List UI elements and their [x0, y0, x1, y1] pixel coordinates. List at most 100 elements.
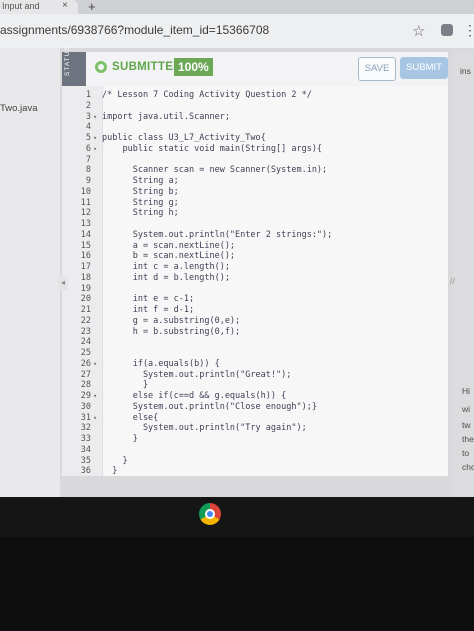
line-number: 23 [80, 326, 91, 337]
code-line[interactable]: 11 String g; [62, 198, 448, 209]
code-line[interactable]: 9 String a; [62, 176, 448, 187]
code-text[interactable]: public static void main(String[] args){ [102, 144, 322, 155]
code-line[interactable]: 36 } [62, 466, 448, 477]
code-text[interactable]: System.out.println("Enter 2 strings:"); [102, 230, 333, 241]
code-line[interactable]: 35 } [62, 456, 448, 467]
code-text[interactable]: } [102, 380, 148, 391]
code-line[interactable]: 2 [62, 101, 448, 112]
code-line[interactable]: 21 int f = d-1; [62, 305, 448, 316]
fold-arrow-icon[interactable]: ▾ [93, 359, 97, 370]
code-text[interactable]: } [102, 466, 117, 477]
line-number: 28 [80, 380, 91, 391]
line-number: 12 [80, 208, 91, 219]
fold-arrow-icon[interactable]: ▾ [93, 133, 97, 144]
chrome-icon[interactable] [199, 503, 221, 525]
code-line[interactable]: 15 a = scan.nextLine(); [62, 241, 448, 252]
code-line[interactable]: 1 /* Lesson 7 Coding Activity Question 2 … [62, 90, 448, 101]
fold-arrow-icon[interactable]: ▾ [93, 144, 97, 155]
code-text[interactable]: g = a.substring(0,e); [102, 316, 240, 327]
tab-close-icon[interactable]: × [62, 0, 68, 12]
submit-button[interactable]: SUBMIT [400, 57, 448, 79]
code-text[interactable]: String h; [102, 208, 179, 219]
code-text[interactable]: System.out.println("Great!"); [102, 370, 291, 381]
code-text[interactable]: String b; [102, 187, 179, 198]
line-number: 9 [85, 176, 91, 186]
extension-icon[interactable] [441, 24, 453, 36]
monitor-bezel [0, 537, 474, 631]
line-number: 15 [80, 240, 91, 251]
code-line[interactable]: 10 String b; [62, 187, 448, 198]
code-text[interactable]: int c = a.length(); [102, 262, 230, 273]
code-text[interactable]: if(a.equals(b)) { [102, 359, 220, 370]
code-line[interactable]: 28 } [62, 380, 448, 391]
code-text[interactable]: /* Lesson 7 Coding Activity Question 2 *… [102, 90, 312, 101]
code-line[interactable]: 8 Scanner scan = new Scanner(System.in); [62, 165, 448, 176]
new-tab-icon[interactable]: + [88, 0, 96, 14]
code-line[interactable]: 25 [62, 348, 448, 359]
code-text[interactable]: String g; [102, 198, 179, 209]
fold-arrow-icon[interactable]: ▾ [93, 413, 97, 424]
fold-arrow-icon[interactable]: ▾ [93, 112, 97, 123]
code-text[interactable]: Scanner scan = new Scanner(System.in); [102, 165, 327, 176]
fold-arrow-icon[interactable]: ▾ [93, 391, 97, 402]
bookmark-star-icon[interactable]: ☆ [412, 22, 425, 40]
line-number: 1 [85, 90, 91, 100]
resize-handle-icon[interactable]: // [450, 276, 455, 286]
code-line[interactable]: 24 [62, 337, 448, 348]
code-line[interactable]: 6 ▾ public static void main(String[] args… [62, 144, 448, 155]
save-button[interactable]: SAVE [358, 57, 396, 81]
code-editor[interactable]: ◂ 1/* Lesson 7 Coding Activity Question … [58, 86, 448, 477]
code-line[interactable]: 20 int e = c-1; [62, 294, 448, 305]
code-text[interactable]: b = scan.nextLine(); [102, 251, 235, 262]
code-text[interactable]: int f = d-1; [102, 305, 194, 316]
code-text[interactable]: int e = c-1; [102, 294, 194, 305]
code-line[interactable]: 18 int d = b.length(); [62, 273, 448, 284]
code-line[interactable]: 29 ▾ else if(c==d && g.equals(h)) { [62, 391, 448, 402]
url-text[interactable]: assignments/6938766?module_item_id=15366… [0, 23, 269, 37]
line-number: 4 [85, 122, 91, 133]
code-text[interactable]: public class U3_L7_Activity_Two{ [102, 133, 266, 144]
line-number: 27 [80, 369, 91, 380]
line-number: 14 [80, 229, 91, 240]
code-line[interactable]: 23 h = b.substring(0,f); [62, 327, 448, 338]
code-text[interactable]: else{ [102, 413, 159, 424]
line-number: 6 [85, 143, 91, 154]
line-number: 7 [85, 154, 91, 165]
code-text[interactable]: String a; [102, 176, 179, 187]
line-number: 31 [80, 412, 91, 423]
code-line[interactable]: 5 ▾ public class U3_L7_Activity_Two{ [62, 133, 448, 144]
code-text[interactable]: System.out.println("Try again"); [102, 423, 307, 434]
code-line[interactable]: 14 System.out.println("Enter 2 strings:"… [62, 230, 448, 241]
instructions-text: wi [462, 404, 471, 414]
line-number: 3 [85, 111, 91, 122]
code-line[interactable]: 16 b = scan.nextLine(); [62, 251, 448, 262]
code-line[interactable]: 31 ▾ else{ [62, 413, 448, 424]
code-text[interactable]: else if(c==d && g.equals(h)) { [102, 391, 287, 402]
code-line[interactable]: 32 System.out.println("Try again"); [62, 423, 448, 434]
address-bar[interactable]: assignments/6938766?module_item_id=15366… [0, 14, 474, 48]
browser-tab[interactable]: Input and × [0, 0, 78, 14]
code-line[interactable]: 30 System.out.println("Close enough");} [62, 402, 448, 413]
code-line[interactable]: 12 String h; [62, 208, 448, 219]
code-line[interactable]: 4 [62, 122, 448, 133]
code-line[interactable]: 13 [62, 219, 448, 230]
code-line[interactable]: 34 [62, 445, 448, 456]
code-text[interactable]: a = scan.nextLine(); [102, 241, 235, 252]
code-line[interactable]: 19 [62, 284, 448, 295]
menu-icon[interactable]: ⋮ [463, 22, 474, 39]
code-text[interactable]: System.out.println("Close enough");} [102, 402, 317, 413]
code-line[interactable]: 17 int c = a.length(); [62, 262, 448, 273]
code-line[interactable]: 3 ▾ import java.util.Scanner; [62, 112, 448, 123]
code-text[interactable]: } [102, 456, 127, 467]
code-text[interactable]: h = b.substring(0,f); [102, 327, 240, 338]
code-line[interactable]: 26 ▾ if(a.equals(b)) { [62, 359, 448, 370]
code-text[interactable]: import java.util.Scanner; [102, 112, 230, 123]
code-line[interactable]: 33 } [62, 434, 448, 445]
code-text[interactable]: int d = b.length(); [102, 273, 230, 284]
code-line[interactable]: 7 [62, 155, 448, 166]
line-number: 33 [80, 434, 91, 444]
code-text[interactable]: } [102, 434, 138, 445]
nav-file-item[interactable]: Two.java [0, 103, 38, 114]
code-line[interactable]: 22 g = a.substring(0,e); [62, 316, 448, 327]
code-line[interactable]: 27 System.out.println("Great!"); [62, 370, 448, 381]
